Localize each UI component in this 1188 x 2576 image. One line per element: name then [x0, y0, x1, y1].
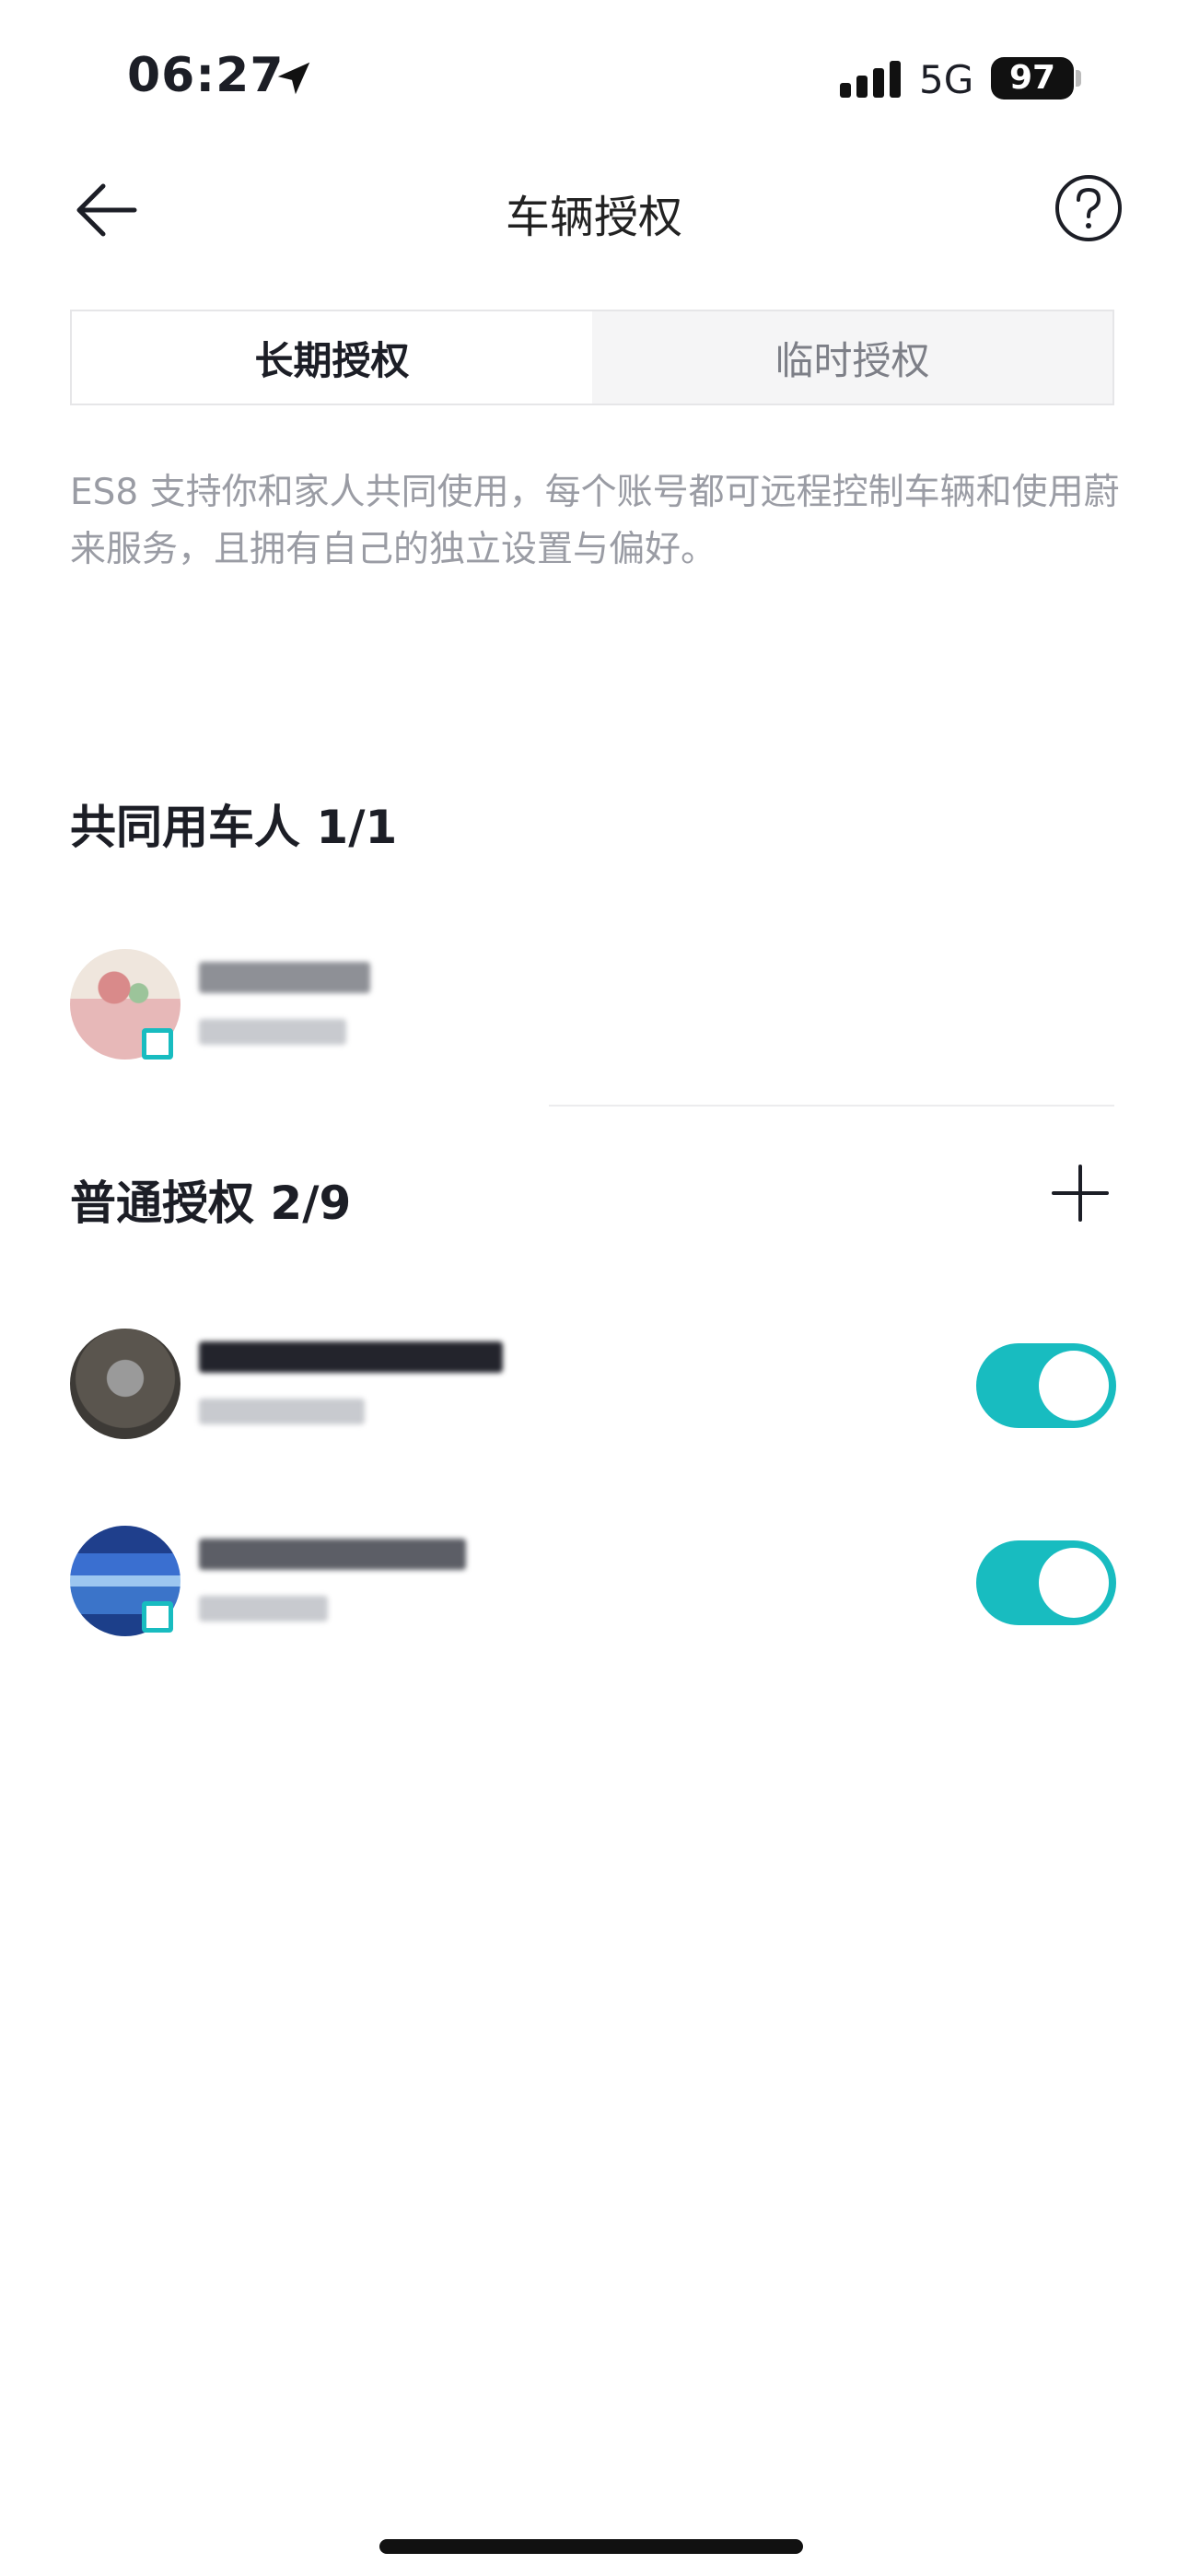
home-indicator[interactable] [379, 2539, 803, 2554]
divider [549, 1105, 1114, 1107]
toggle-knob [1039, 1548, 1109, 1618]
user-subtitle [199, 1596, 328, 1622]
user-subtitle [199, 1399, 365, 1424]
verified-badge-icon [142, 1028, 173, 1060]
tab-temporary[interactable]: 临时授权 [592, 311, 1112, 404]
user-name [199, 1341, 503, 1373]
list-item [70, 1329, 1120, 1446]
battery-tip [1076, 70, 1081, 87]
page-title: 车辆授权 [505, 192, 682, 243]
description-text: ES8 支持你和家人共同使用，每个账号都可远程控制车辆和使用蔚来服务，且拥有自己… [70, 472, 1120, 570]
user-subtitle [199, 1019, 346, 1045]
battery-indicator: 97 [991, 57, 1074, 100]
shared-users-title: 共同用车人 1/1 [70, 801, 398, 854]
authorization-toggle[interactable] [976, 1343, 1116, 1428]
signal-icon [840, 61, 901, 98]
avatar [70, 1329, 181, 1439]
user-name [199, 962, 370, 993]
toggle-knob [1039, 1351, 1109, 1421]
network-type: 5G [919, 57, 974, 102]
verified-badge-icon [142, 1601, 173, 1633]
shared-user-row[interactable] [70, 949, 586, 1069]
tab-long-term[interactable]: 长期授权 [72, 311, 592, 404]
plus-icon[interactable] [1050, 1163, 1111, 1224]
general-auth-title: 普通授权 2/9 [70, 1177, 352, 1230]
authorization-tabs: 长期授权 临时授权 [70, 310, 1114, 405]
status-time: 06:27 [127, 48, 285, 103]
help-icon[interactable] [1054, 173, 1124, 243]
user-name [199, 1539, 466, 1570]
list-item [70, 1526, 1120, 1644]
authorization-toggle[interactable] [976, 1540, 1116, 1625]
location-arrow-icon [277, 62, 310, 95]
